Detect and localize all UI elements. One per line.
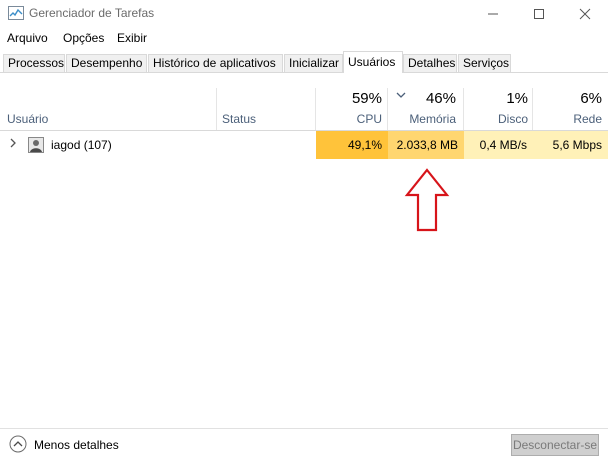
maximize-button[interactable]	[516, 0, 562, 28]
user-disk-cell: 0,4 MB/s	[464, 131, 533, 159]
close-button[interactable]	[562, 0, 608, 28]
less-details-link[interactable]: Menos detalhes	[34, 438, 119, 452]
disconnect-button[interactable]: Desconectar-se	[511, 434, 599, 456]
tab-historico-aplicativos[interactable]: Histórico de aplicativos	[148, 54, 283, 72]
minimize-button[interactable]	[470, 0, 516, 28]
title-bar: Gerenciador de Tarefas	[0, 0, 608, 28]
network-total-percent: 6%	[580, 90, 602, 107]
column-header-cpu[interactable]: CPU	[316, 112, 382, 126]
maximize-icon	[534, 9, 544, 19]
user-cpu-cell: 49,1%	[316, 131, 388, 159]
disk-total-percent: 1%	[506, 90, 528, 107]
memory-total-percent: 46%	[425, 90, 456, 107]
column-header-network[interactable]: Rede	[533, 112, 602, 126]
column-header-disk[interactable]: Disco	[464, 112, 528, 126]
chevron-up-circle-icon[interactable]	[9, 435, 27, 453]
menu-opcoes[interactable]: Opções	[63, 31, 104, 45]
user-memory-cell: 2.033,8 MB	[388, 131, 464, 159]
tab-servicos[interactable]: Serviços	[458, 54, 511, 72]
column-header-status[interactable]: Status	[222, 112, 256, 126]
tab-detalhes[interactable]: Detalhes	[403, 54, 457, 72]
menu-arquivo[interactable]: Arquivo	[7, 31, 48, 45]
column-separator	[216, 88, 217, 130]
user-network-cell: 5,6 Mbps	[533, 131, 608, 159]
tab-inicializar[interactable]: Inicializar	[284, 54, 343, 72]
task-manager-icon	[8, 6, 24, 20]
chevron-right-icon[interactable]	[9, 137, 17, 149]
minimize-icon	[488, 13, 498, 15]
footer-divider	[0, 428, 608, 429]
tab-divider	[0, 72, 608, 73]
user-name[interactable]: iagod (107)	[51, 138, 112, 152]
tab-desempenho[interactable]: Desempenho	[66, 54, 147, 72]
user-avatar-icon	[28, 137, 44, 153]
column-header-user[interactable]: Usuário	[7, 112, 48, 126]
tab-usuarios[interactable]: Usuários	[343, 51, 403, 73]
column-header-memory[interactable]: Memória	[388, 112, 456, 126]
tab-processos[interactable]: Processos	[3, 54, 65, 72]
cpu-total-percent: 59%	[351, 90, 382, 107]
annotation-arrow-up-icon	[404, 168, 450, 232]
close-icon	[579, 8, 591, 20]
menu-exibir[interactable]: Exibir	[117, 31, 147, 45]
window-title: Gerenciador de Tarefas	[29, 6, 155, 20]
